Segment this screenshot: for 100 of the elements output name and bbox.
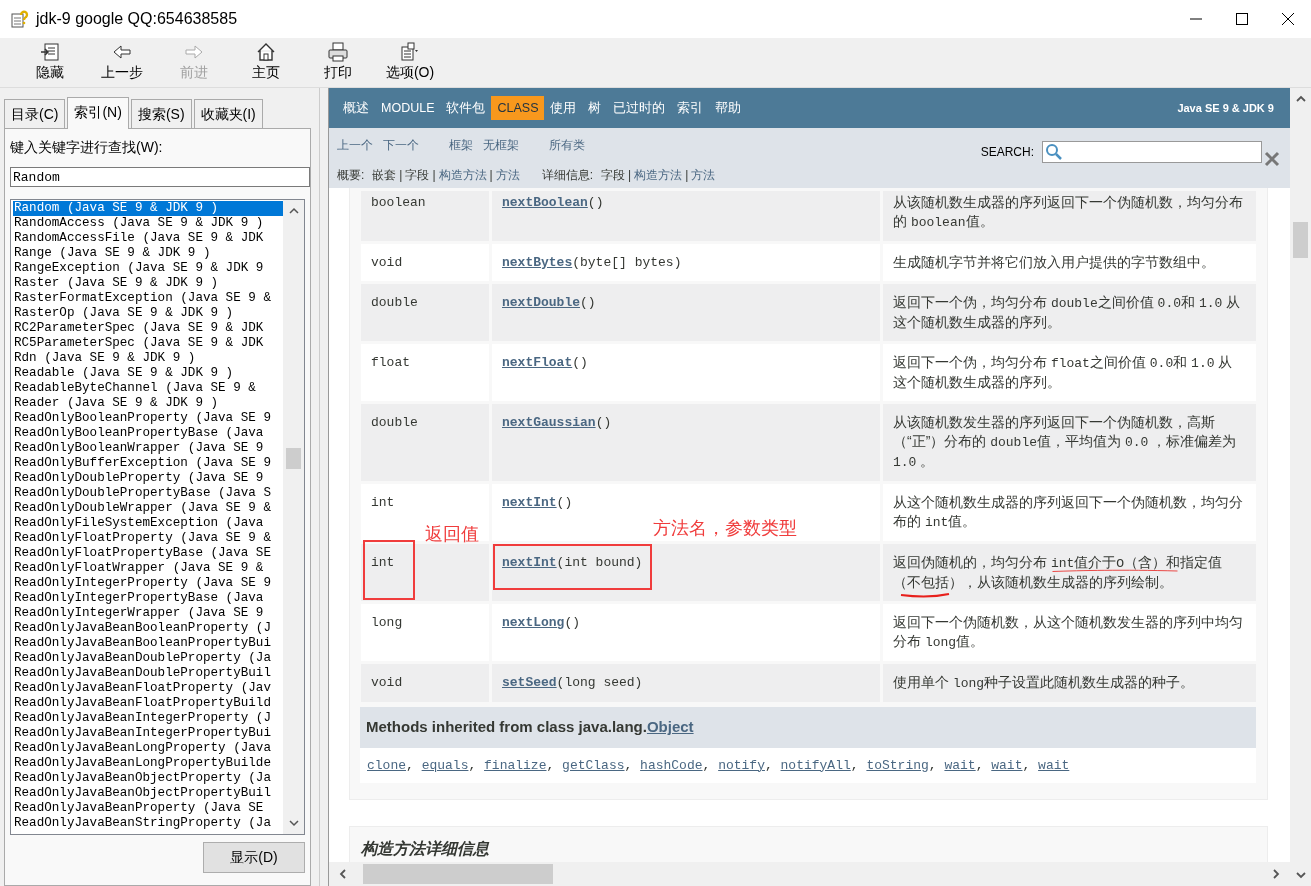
- index-item[interactable]: ReadOnlyDoublePropertyBase (Java S: [13, 486, 271, 501]
- method-link[interactable]: wait: [944, 757, 976, 773]
- method-link[interactable]: getClass: [562, 757, 625, 773]
- index-item[interactable]: ReadOnlyJavaBeanDoublePropertyBuil: [13, 666, 271, 681]
- index-item[interactable]: ReadOnlyJavaBeanFloatProperty (Jav: [13, 681, 271, 696]
- nav-link[interactable]: 软件包: [440, 95, 492, 121]
- nav-link[interactable]: 树: [582, 95, 608, 121]
- index-item[interactable]: Rdn (Java SE 9 & JDK 9 ): [13, 351, 196, 366]
- index-item[interactable]: RandomAccessFile (Java SE 9 & JDK: [13, 231, 264, 246]
- index-item[interactable]: ReadOnlyJavaBeanIntegerProperty (J: [13, 711, 271, 726]
- method-link[interactable]: nextInt: [502, 495, 557, 510]
- index-item[interactable]: ReadOnlyIntegerPropertyBase (Java: [13, 591, 264, 606]
- index-item[interactable]: ReadOnlyJavaBeanBooleanProperty (J: [13, 621, 271, 636]
- method-link[interactable]: toString: [866, 757, 929, 773]
- method-link[interactable]: hashCode: [640, 757, 703, 773]
- scroll-down-icon[interactable]: [287, 817, 300, 829]
- nav-link[interactable]: 无框架: [483, 136, 519, 154]
- index-item[interactable]: RangeException (Java SE 9 & JDK 9: [13, 261, 264, 276]
- method-link[interactable]: nextBoolean: [502, 195, 588, 210]
- index-item[interactable]: RasterFormatException (Java SE 9 &: [13, 291, 271, 306]
- method-link[interactable]: nextDouble: [502, 295, 580, 310]
- index-item[interactable]: RasterOp (Java SE 9 & JDK 9 ): [13, 306, 234, 321]
- superclass-link[interactable]: Object: [646, 718, 694, 735]
- tab[interactable]: 收藏夹(I): [193, 99, 263, 128]
- toolbar-button[interactable]: 选项(O): [374, 38, 446, 81]
- toolbar-button[interactable]: 隐藏: [14, 38, 86, 81]
- summary-link[interactable]: 方法: [691, 168, 716, 182]
- nav-link[interactable]: 索引: [671, 95, 710, 121]
- method-link[interactable]: notifyAll: [780, 757, 851, 773]
- index-item[interactable]: Range (Java SE 9 & JDK 9 ): [13, 246, 211, 261]
- index-item[interactable]: ReadOnlyJavaBeanObjectProperty (Ja: [13, 771, 271, 786]
- method-link[interactable]: nextGaussian: [502, 415, 596, 430]
- index-item[interactable]: ReadOnlyJavaBeanBooleanPropertyBui: [13, 636, 271, 651]
- index-item[interactable]: Raster (Java SE 9 & JDK 9 ): [13, 276, 219, 291]
- scroll-right-icon[interactable]: [1270, 868, 1282, 880]
- index-item[interactable]: Random (Java SE 9 & JDK 9 ): [13, 201, 283, 216]
- method-link[interactable]: equals: [421, 757, 469, 773]
- index-item[interactable]: ReadOnlyFileSystemException (Java: [13, 516, 264, 531]
- index-item[interactable]: ReadOnlyJavaBeanProperty (Java SE: [13, 801, 264, 816]
- index-item[interactable]: ReadOnlyFloatPropertyBase (Java SE: [13, 546, 271, 561]
- display-button[interactable]: 显示(D): [203, 842, 305, 873]
- index-item[interactable]: ReadOnlyBooleanWrapper (Java SE 9: [13, 441, 264, 456]
- nav-link[interactable]: 上一个: [337, 136, 373, 154]
- index-item[interactable]: Reader (Java SE 9 & JDK 9 ): [13, 396, 219, 411]
- index-item[interactable]: ReadOnlyJavaBeanIntegerPropertyBui: [13, 726, 271, 741]
- nav-link[interactable]: 所有类: [549, 136, 585, 154]
- index-item[interactable]: Readable (Java SE 9 & JDK 9 ): [13, 366, 234, 381]
- index-item[interactable]: ReadOnlyDoubleProperty (Java SE 9: [13, 471, 264, 486]
- method-link[interactable]: finalize: [484, 757, 547, 773]
- scrollbar-thumb[interactable]: [1293, 222, 1308, 258]
- index-item[interactable]: ReadOnlyJavaBeanObjectPropertyBuil: [13, 786, 271, 801]
- index-item[interactable]: ReadOnlyBooleanPropertyBase (Java: [13, 426, 264, 441]
- index-item[interactable]: ReadOnlyJavaBeanLongPropertyBuilde: [13, 756, 271, 771]
- method-link[interactable]: wait: [1038, 757, 1070, 773]
- index-item[interactable]: ReadOnlyIntegerProperty (Java SE 9: [13, 576, 271, 591]
- scrollbar-thumb[interactable]: [363, 864, 553, 884]
- method-link[interactable]: nextBytes: [502, 255, 573, 270]
- toolbar-button[interactable]: 打印: [302, 38, 374, 81]
- tab[interactable]: 搜索(S): [130, 99, 192, 128]
- scrollbar-thumb[interactable]: [286, 448, 301, 469]
- nav-link[interactable]: 框架: [449, 136, 473, 154]
- nav-link[interactable]: 使用: [544, 95, 583, 121]
- method-link[interactable]: nextFloat: [502, 355, 573, 370]
- nav-link[interactable]: 概述: [337, 95, 375, 121]
- index-item[interactable]: ReadOnlyIntegerWrapper (Java SE 9: [13, 606, 264, 621]
- nav-link[interactable]: 帮助: [709, 95, 748, 121]
- index-item[interactable]: RC5ParameterSpec (Java SE 9 & JDK: [13, 336, 264, 351]
- index-item[interactable]: ReadOnlyJavaBeanDoubleProperty (Ja: [13, 651, 271, 666]
- summary-link[interactable]: 方法: [495, 168, 520, 182]
- index-item[interactable]: RandomAccess (Java SE 9 & JDK 9 ): [13, 216, 264, 231]
- toolbar-button[interactable]: 上一步: [86, 38, 158, 81]
- nav-link[interactable]: CLASS: [491, 95, 545, 121]
- index-item[interactable]: RC2ParameterSpec (Java SE 9 & JDK: [13, 321, 264, 336]
- method-link[interactable]: nextInt: [502, 555, 557, 570]
- nav-link[interactable]: 已过时的: [607, 95, 672, 121]
- method-link[interactable]: nextLong: [502, 615, 565, 630]
- index-item[interactable]: ReadOnlyBooleanProperty (Java SE 9: [13, 411, 271, 426]
- index-item[interactable]: ReadOnlyFloatProperty (Java SE 9 &: [13, 531, 271, 546]
- index-item[interactable]: ReadOnlyJavaBeanLongProperty (Java: [13, 741, 271, 756]
- summary-link[interactable]: 构造方法: [634, 168, 683, 182]
- method-link[interactable]: clone: [367, 757, 406, 773]
- scroll-down-icon[interactable]: [1294, 869, 1307, 881]
- index-item[interactable]: ReadableByteChannel (Java SE 9 &: [13, 381, 256, 396]
- index-item[interactable]: ReadOnlyDoubleWrapper (Java SE 9 &: [13, 501, 271, 516]
- method-link[interactable]: wait: [991, 757, 1023, 773]
- index-item[interactable]: ReadOnlyJavaBeanFloatPropertyBuild: [13, 696, 271, 711]
- summary-link[interactable]: 构造方法: [438, 168, 487, 182]
- tab[interactable]: 目录(C): [4, 99, 66, 128]
- scroll-left-icon[interactable]: [337, 868, 349, 880]
- toolbar-button[interactable]: 主页: [230, 38, 302, 81]
- nav-link[interactable]: MODULE: [375, 95, 441, 121]
- search-field[interactable]: [1042, 141, 1262, 163]
- method-link[interactable]: notify: [718, 757, 765, 773]
- nav-link[interactable]: 下一个: [383, 136, 419, 154]
- index-item[interactable]: ReadOnlyFloatWrapper (Java SE 9 &: [13, 561, 264, 576]
- index-list[interactable]: [10, 199, 305, 835]
- keyword-field[interactable]: Random: [10, 167, 310, 187]
- tab[interactable]: 索引(N): [67, 97, 129, 129]
- index-item[interactable]: ReadOnlyBufferException (Java SE 9: [13, 456, 271, 471]
- index-item[interactable]: ReadOnlyJavaBeanStringProperty (Ja: [13, 816, 271, 831]
